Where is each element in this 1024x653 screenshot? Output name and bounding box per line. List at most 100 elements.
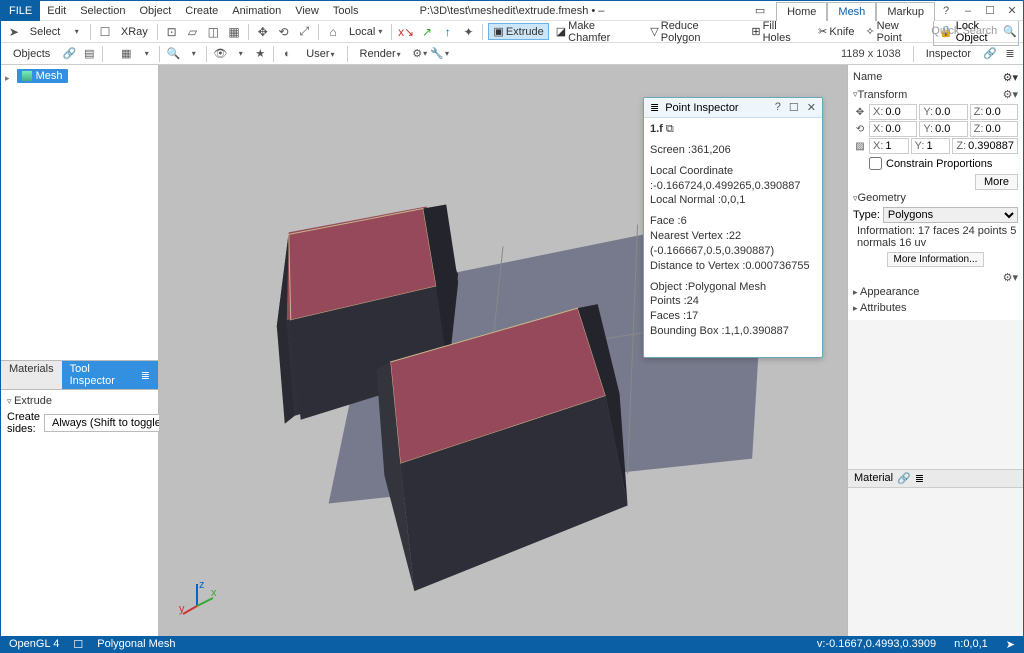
pos-x-input[interactable]: X:0.0	[869, 104, 917, 120]
vertex-mode-icon[interactable]: ⊡	[163, 23, 181, 41]
shading-icon[interactable]: ◐	[278, 45, 296, 63]
tree-expand-icon[interactable]: ▸	[5, 73, 10, 83]
make-chamfer-button[interactable]: ◪ Make Chamfer	[552, 19, 644, 45]
page-icon[interactable]: ▤	[80, 45, 98, 63]
axis-x-icon[interactable]: x↘	[397, 23, 415, 41]
minimize-icon[interactable]: –	[957, 2, 979, 20]
quick-search[interactable]: Quick Search 🔍	[931, 22, 1017, 40]
materials-tab[interactable]: Materials	[1, 361, 62, 389]
zoom-dropdown[interactable]	[184, 45, 202, 63]
transform-section[interactable]: Transform⚙▾	[853, 86, 1018, 103]
link-icon[interactable]: 🔗	[60, 45, 78, 63]
close-icon[interactable]: ✕	[807, 101, 816, 114]
extrude-section[interactable]: Extrude	[7, 393, 152, 409]
tool-inspector-tab[interactable]: Tool Inspector≣	[62, 361, 158, 389]
pos-z-input[interactable]: Z:0.0	[970, 104, 1018, 120]
user-dropdown[interactable]: User	[298, 46, 342, 62]
select-button[interactable]: Select	[26, 25, 65, 39]
menu-bar: FILE Edit Selection Object Create Animat…	[1, 1, 1023, 21]
point-inspector-titlebar[interactable]: ≣ Point Inspector ? ☐ ✕	[644, 98, 822, 118]
close-icon[interactable]: ✕	[1001, 1, 1023, 20]
knife-button[interactable]: ✂ Knife	[814, 24, 858, 39]
local-dropdown[interactable]: Local	[345, 25, 386, 39]
eye-dropdown[interactable]	[231, 45, 249, 63]
tab-mesh[interactable]: Mesh	[827, 2, 876, 21]
rot-z-input[interactable]: Z:0.0	[970, 121, 1018, 137]
copy-icon[interactable]: ⧉	[666, 123, 674, 135]
more-info-button[interactable]: More Information...	[887, 252, 985, 267]
inspector-tab[interactable]: Inspector	[918, 46, 979, 62]
scale-icon[interactable]: ⤢	[295, 23, 313, 41]
rot-x-input[interactable]: X:0.0	[869, 121, 917, 137]
tree-item-mesh[interactable]: Mesh	[17, 69, 68, 83]
material-header[interactable]: Material 🔗 ≣	[848, 469, 1023, 488]
menu-selection[interactable]: Selection	[73, 2, 132, 20]
constrain-row[interactable]: Constrain Proportions	[853, 155, 1018, 172]
axis-free-icon[interactable]: ✦	[460, 23, 478, 41]
menu-create[interactable]: Create	[178, 2, 225, 20]
axis-z-icon[interactable]: ↑	[439, 23, 457, 41]
xray-toggle-icon[interactable]: ☐	[96, 23, 114, 41]
link-icon-2[interactable]: 🔗	[981, 45, 999, 63]
gear-icon[interactable]: ⚙▾	[1003, 71, 1018, 84]
gear-icon[interactable]: ⚙▾	[1003, 271, 1018, 284]
star-icon[interactable]: ★	[251, 45, 269, 63]
tab-home[interactable]: Home	[776, 2, 827, 21]
separator	[157, 24, 158, 40]
maximize-icon[interactable]: ☐	[789, 101, 799, 114]
viewport-3d[interactable]: z x y ≣ Point Inspector ? ☐ ✕ 1.f ⧉ Scre…	[159, 65, 847, 636]
menu-tools[interactable]: Tools	[326, 2, 366, 20]
axis-y-icon[interactable]: ↗	[418, 23, 436, 41]
help-icon[interactable]: ?	[935, 2, 957, 20]
menu-file[interactable]: FILE	[1, 1, 40, 21]
left-tabs: Materials Tool Inspector≣	[1, 361, 158, 390]
menu-edit[interactable]: Edit	[40, 2, 73, 20]
scale-x-input[interactable]: X:1	[869, 138, 909, 154]
menu-object[interactable]: Object	[132, 2, 178, 20]
type-select[interactable]: Polygons	[883, 207, 1018, 223]
pi-faces: Faces :17	[650, 309, 816, 324]
xray-button[interactable]: XRay	[117, 25, 152, 39]
move-icon[interactable]: ✥	[254, 23, 272, 41]
list-icon[interactable]: ≣	[1001, 45, 1019, 63]
chat-icon[interactable]: ▭	[750, 4, 770, 17]
point-inspector-panel[interactable]: ≣ Point Inspector ? ☐ ✕ 1.f ⧉ Screen :36…	[643, 97, 823, 358]
eye-icon[interactable]: 👁	[211, 45, 229, 63]
tab-markup[interactable]: Markup	[876, 2, 935, 21]
attributes-section[interactable]: Attributes	[853, 300, 1018, 316]
scale-z-input[interactable]: Z:0.390887	[952, 138, 1018, 154]
grid-dropdown[interactable]	[137, 45, 155, 63]
geometry-section[interactable]: Geometry	[853, 190, 1018, 206]
reduce-polygon-button[interactable]: ▽ Reduce Polygon	[646, 19, 744, 45]
fill-holes-button[interactable]: ⊞ Fill Holes	[747, 19, 811, 45]
new-point-button[interactable]: ✧ New Point	[861, 19, 930, 45]
status-maximize-icon[interactable]: ☐	[73, 638, 83, 651]
objects-tab[interactable]: Objects	[5, 46, 58, 62]
appearance-section[interactable]: Appearance	[853, 284, 1018, 300]
more-button[interactable]: More	[975, 174, 1018, 190]
edge-mode-icon[interactable]: ▱	[184, 23, 202, 41]
extrude-button[interactable]: ▣ Extrude	[488, 23, 548, 40]
object-tree[interactable]: ▸ Mesh	[1, 65, 158, 361]
grid-icon[interactable]: ▦	[117, 45, 135, 63]
rotate-icon[interactable]: ⟲	[275, 23, 293, 41]
scale-y-input[interactable]: Y:1	[911, 138, 951, 154]
gear-icon[interactable]: ⚙	[411, 45, 429, 63]
home-icon[interactable]: ⌂	[324, 23, 342, 41]
face-mode-icon[interactable]: ◫	[204, 23, 222, 41]
gear-icon[interactable]: ⚙▾	[1003, 88, 1018, 101]
maximize-icon[interactable]: ☐	[979, 1, 1001, 20]
rot-y-input[interactable]: Y:0.0	[919, 121, 967, 137]
material-body	[848, 488, 1023, 637]
object-mode-icon[interactable]: ▦	[225, 23, 243, 41]
cursor-icon[interactable]: ➤	[5, 23, 23, 41]
menu-animation[interactable]: Animation	[225, 2, 288, 20]
render-dropdown[interactable]: Render	[352, 46, 409, 62]
constrain-checkbox[interactable]	[869, 157, 882, 170]
select-dropdown[interactable]	[67, 23, 85, 41]
help-icon[interactable]: ?	[775, 101, 781, 114]
pos-y-input[interactable]: Y:0.0	[919, 104, 967, 120]
zoom-fit-icon[interactable]: 🔍	[164, 45, 182, 63]
wrench-icon[interactable]: 🔧	[431, 45, 449, 63]
menu-view[interactable]: View	[288, 2, 326, 20]
